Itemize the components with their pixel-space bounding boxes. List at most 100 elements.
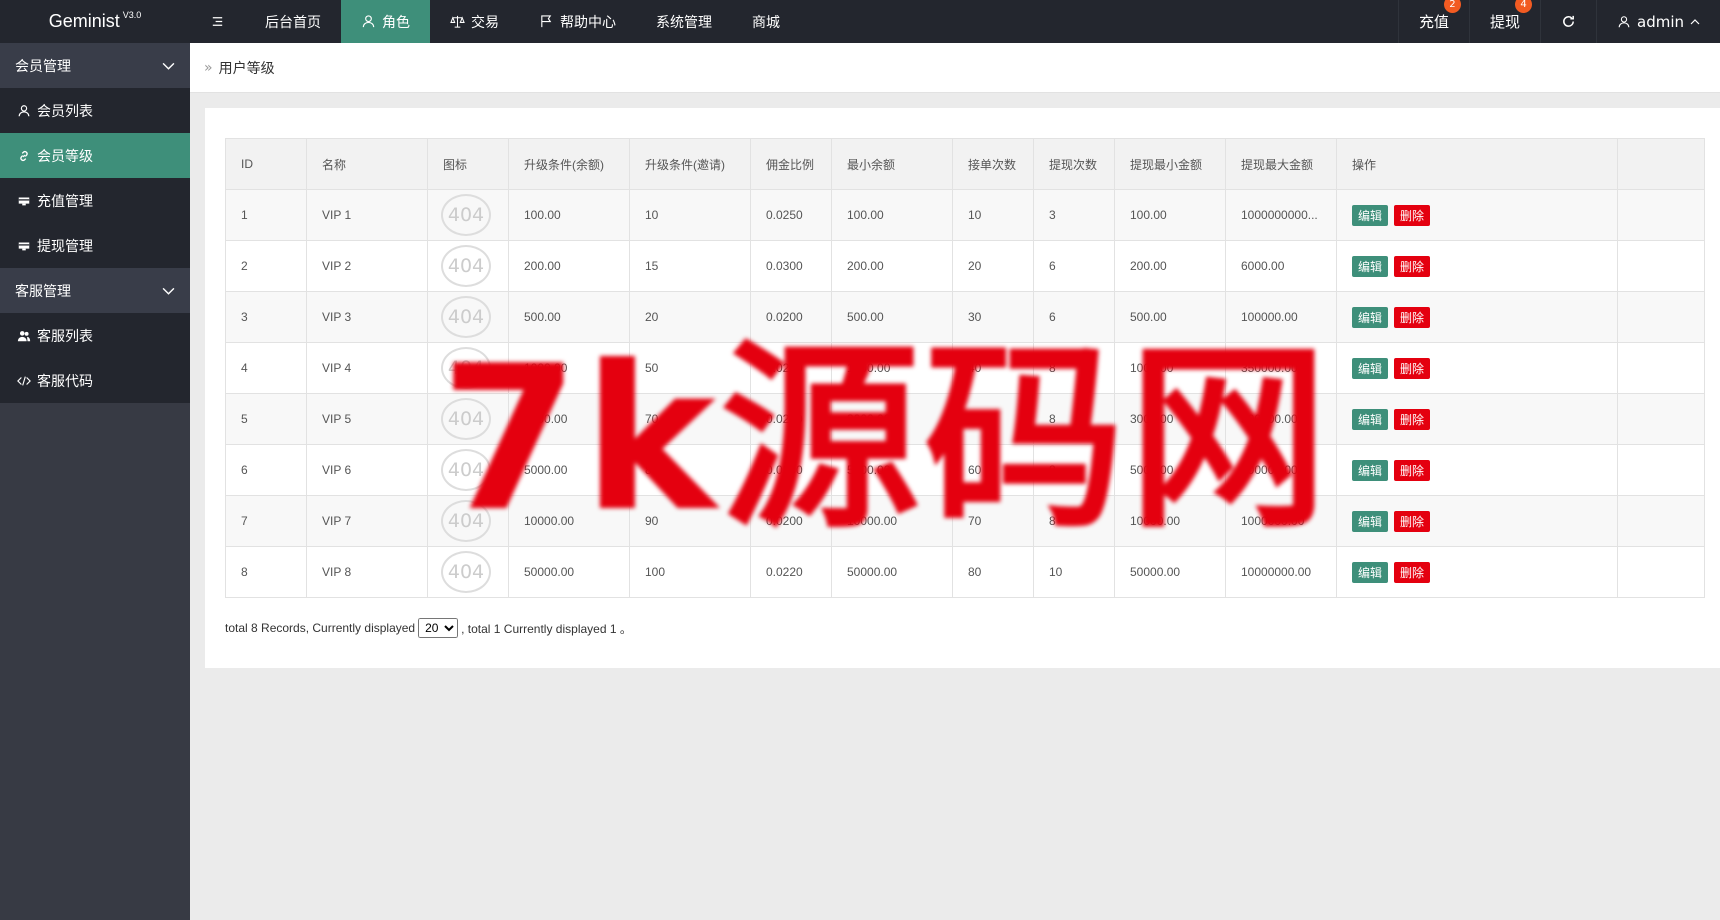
link-icon: [20, 150, 28, 161]
sidebar-group-label: 客服管理: [15, 283, 71, 300]
table-cell: 0.0220: [750, 546, 832, 598]
edit-button[interactable]: 编辑: [1352, 204, 1389, 226]
sidebar-group-members[interactable]: 会员管理: [0, 43, 190, 88]
nav-trade[interactable]: 交易: [430, 0, 519, 43]
table-cell: 10000000.00: [1225, 546, 1337, 598]
edit-button[interactable]: 编辑: [1352, 306, 1389, 328]
level-table: ID 名称 图标 升级条件(余额) 升级条件(邀请) 佣金比例 最小余额 接单次数 提现次数 提现…: [225, 138, 1705, 598]
table-cell: 10: [629, 189, 751, 241]
app-version: V3.0: [122, 9, 142, 20]
sidebar-group-service[interactable]: 客服管理: [0, 268, 190, 313]
nav-home-label: 后台首页: [265, 14, 321, 31]
table-cell: 3000.00: [508, 393, 630, 445]
edit-button[interactable]: 编辑: [1352, 408, 1389, 430]
nav-role[interactable]: 角色: [341, 0, 430, 43]
edit-button[interactable]: 编辑: [1352, 255, 1389, 277]
edit-button[interactable]: 编辑: [1352, 357, 1389, 379]
pager: total 8 Records, Currently displayed 20 …: [225, 618, 632, 638]
delete-button[interactable]: 删除: [1394, 306, 1431, 328]
level-icon-cell: 404: [427, 546, 509, 598]
delete-button[interactable]: 删除: [1394, 561, 1431, 583]
table-row: 4 VIP 4 404 1000.00 50 0.0200 1000.00 40 8 1000.0…: [225, 342, 1705, 394]
table-cell: 3: [1033, 189, 1115, 241]
table-cell: 3000.00: [1114, 393, 1226, 445]
chevron-down-icon: [162, 287, 175, 295]
table-cell: 100.00: [508, 189, 630, 241]
table-cell: 70: [629, 393, 751, 445]
sidebar-item-withdraw[interactable]: 提现管理: [0, 223, 190, 268]
user-menu[interactable]: admin: [1596, 0, 1720, 43]
table-cell: 50: [629, 342, 751, 394]
delete-button[interactable]: 删除: [1394, 255, 1431, 277]
table-cell: 50000.00: [508, 546, 630, 598]
level-icon-cell: 404: [427, 240, 509, 292]
sidebar-item-member-level[interactable]: 会员等级: [0, 133, 190, 178]
table-cell: 60: [952, 444, 1034, 496]
app-name: Geminist: [48, 11, 120, 31]
table-cell-empty: [1617, 189, 1705, 241]
level-icon-cell: 404: [427, 495, 509, 547]
table-body: 1 VIP 1 404 100.00 10 0.0250 100.00 10 3 100.00 10…: [225, 189, 1705, 598]
sidebar-item-recharge[interactable]: 充值管理: [0, 178, 190, 223]
broken-image-icon: 404: [441, 347, 491, 389]
column-header: 最小余额: [831, 138, 953, 190]
table-cell-empty: [1617, 495, 1705, 547]
withdraw-button[interactable]: 提现 4: [1468, 0, 1540, 43]
actions-cell: 编辑 删除: [1336, 495, 1618, 547]
table-cell: 0.0200: [750, 495, 832, 547]
table-cell: VIP 6: [306, 444, 428, 496]
refresh-button[interactable]: [1540, 0, 1596, 43]
table-cell: 500000.00: [1225, 393, 1337, 445]
delete-button[interactable]: 删除: [1394, 204, 1431, 226]
table-cell: 15: [629, 240, 751, 292]
nav-role-label: 角色: [382, 14, 410, 31]
broken-image-icon: 404: [441, 551, 491, 593]
nav-mall[interactable]: 商城: [732, 0, 800, 43]
table-header-row: ID 名称 图标 升级条件(余额) 升级条件(邀请) 佣金比例 最小余额 接单次数 提现次数 提现…: [225, 138, 1705, 190]
sidebar-item-member-list[interactable]: 会员列表: [0, 88, 190, 133]
table-cell-empty: [1617, 393, 1705, 445]
table-cell: VIP 4: [306, 342, 428, 394]
delete-button[interactable]: 删除: [1394, 459, 1431, 481]
flag-icon: [541, 15, 552, 28]
table-cell: 50: [952, 393, 1034, 445]
content-panel: ID 名称 图标 升级条件(余额) 升级条件(邀请) 佣金比例 最小余额 接单次数 提现次数 提现…: [205, 108, 1720, 668]
edit-button[interactable]: 编辑: [1352, 459, 1389, 481]
sidebar-item-service-code[interactable]: 客服代码: [0, 358, 190, 403]
table-cell: 8: [225, 546, 307, 598]
recharge-label: 充值: [1418, 13, 1449, 31]
sidebar: 会员管理 会员列表 会员等级 充值管理 提现管理 客服管理 客服列表 客服代码: [0, 43, 190, 920]
table-cell: 0.0200: [750, 342, 832, 394]
level-icon-cell: 404: [427, 189, 509, 241]
delete-button[interactable]: 删除: [1394, 408, 1431, 430]
table-cell: 90: [629, 495, 751, 547]
table-cell: VIP 5: [306, 393, 428, 445]
level-icon-cell: 404: [427, 342, 509, 394]
table-cell: 10000.00: [508, 495, 630, 547]
table-cell-empty: [1617, 444, 1705, 496]
edit-button[interactable]: 编辑: [1352, 561, 1389, 583]
menu-toggle-button[interactable]: [190, 0, 245, 43]
table-cell: VIP 7: [306, 495, 428, 547]
delete-button[interactable]: 删除: [1394, 510, 1431, 532]
app-logo[interactable]: Geminist V3.0: [0, 0, 190, 43]
withdraw-label: 提现: [1489, 13, 1520, 31]
table-cell: 100.00: [1114, 189, 1226, 241]
table-cell: 350000.00: [1225, 342, 1337, 394]
table-cell: 200.00: [831, 240, 953, 292]
nav-system-label: 系统管理: [656, 14, 712, 31]
table-cell: 0.0200: [750, 444, 832, 496]
table-cell-empty: [1617, 342, 1705, 394]
nav-system[interactable]: 系统管理: [636, 0, 732, 43]
level-icon-cell: 404: [427, 393, 509, 445]
nav-help[interactable]: 帮助中心: [519, 0, 636, 43]
table-cell-empty: [1617, 240, 1705, 292]
edit-button[interactable]: 编辑: [1352, 510, 1389, 532]
page-size-select[interactable]: 20: [418, 618, 459, 638]
table-row: 1 VIP 1 404 100.00 10 0.0250 100.00 10 3 100.00 10…: [225, 189, 1705, 241]
nav-home[interactable]: 后台首页: [245, 0, 341, 43]
delete-button[interactable]: 删除: [1394, 357, 1431, 379]
table-cell: 0.0250: [750, 189, 832, 241]
sidebar-item-service-list[interactable]: 客服列表: [0, 313, 190, 358]
recharge-button[interactable]: 充值 2: [1397, 0, 1469, 43]
